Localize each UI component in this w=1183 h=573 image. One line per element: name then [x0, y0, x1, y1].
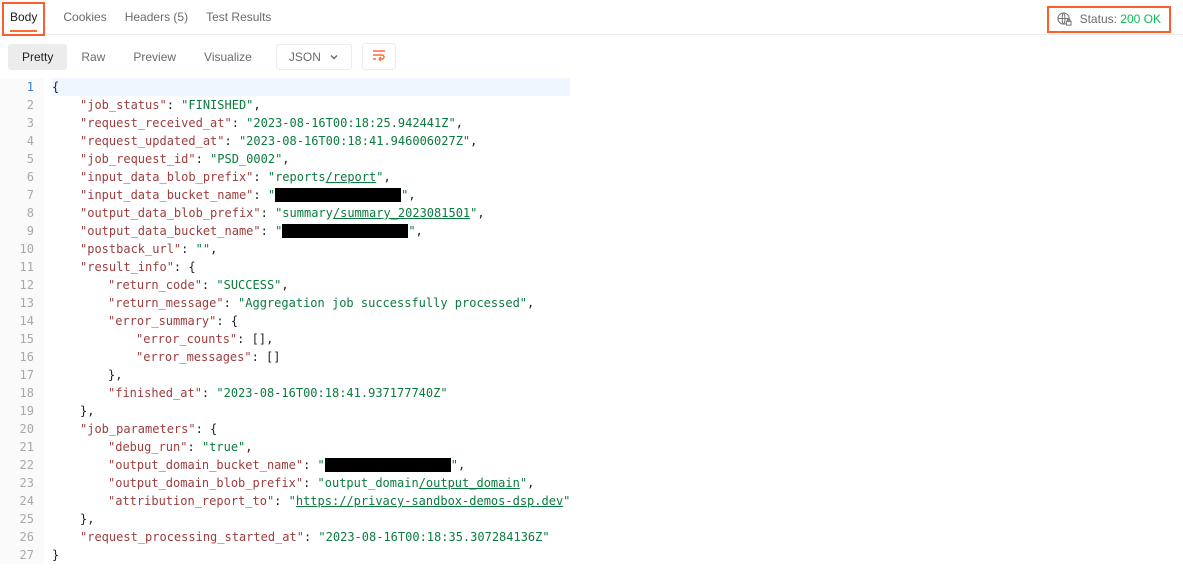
format-label: JSON — [289, 50, 321, 64]
line-number: 2 — [6, 96, 34, 114]
response-toolbar: Pretty Raw Preview Visualize JSON — [0, 35, 1183, 78]
tab-cookies[interactable]: Cookies — [63, 4, 106, 34]
line-number: 19 — [6, 402, 34, 420]
line-number: 10 — [6, 240, 34, 258]
wrap-lines-button[interactable] — [362, 43, 396, 70]
code-content: { "job_status": "FINISHED", "request_rec… — [44, 78, 570, 564]
wrap-icon — [372, 49, 386, 61]
code-area[interactable]: 1234567891011121314151617181920212223242… — [0, 78, 1183, 564]
line-number: 9 — [6, 222, 34, 240]
line-number: 11 — [6, 258, 34, 276]
status-code: 200 OK — [1120, 12, 1161, 26]
line-gutter: 1234567891011121314151617181920212223242… — [0, 78, 44, 564]
line-number: 8 — [6, 204, 34, 222]
view-pretty[interactable]: Pretty — [8, 44, 67, 70]
view-preview[interactable]: Preview — [119, 44, 190, 70]
line-number: 20 — [6, 420, 34, 438]
view-visualize[interactable]: Visualize — [190, 44, 266, 70]
redacted-value — [282, 224, 408, 238]
line-number: 16 — [6, 348, 34, 366]
line-number: 3 — [6, 114, 34, 132]
view-raw[interactable]: Raw — [67, 44, 119, 70]
globe-lock-icon — [1057, 12, 1072, 27]
tab-body[interactable]: Body — [10, 4, 37, 32]
line-number: 6 — [6, 168, 34, 186]
status-area: Status: 200 OK — [1047, 6, 1171, 33]
response-tabs: Body Cookies Headers (5) Test Results — [8, 4, 271, 34]
status-label: Status: 200 OK — [1080, 12, 1161, 26]
line-number: 23 — [6, 474, 34, 492]
line-number: 14 — [6, 312, 34, 330]
line-number: 1 — [6, 78, 34, 96]
line-number: 22 — [6, 456, 34, 474]
line-number: 13 — [6, 294, 34, 312]
highlight-body: Body — [2, 2, 45, 36]
redacted-value — [275, 188, 401, 202]
line-number: 27 — [6, 546, 34, 564]
line-number: 5 — [6, 150, 34, 168]
chevron-down-icon — [329, 52, 339, 62]
line-number: 18 — [6, 384, 34, 402]
line-number: 7 — [6, 186, 34, 204]
tab-test-results[interactable]: Test Results — [206, 4, 271, 34]
redacted-value — [325, 458, 451, 472]
line-number: 15 — [6, 330, 34, 348]
line-number: 17 — [6, 366, 34, 384]
response-header: Body Cookies Headers (5) Test Results St… — [0, 0, 1183, 35]
line-number: 12 — [6, 276, 34, 294]
tab-headers[interactable]: Headers (5) — [125, 4, 188, 34]
line-number: 21 — [6, 438, 34, 456]
format-select[interactable]: JSON — [276, 44, 352, 70]
line-number: 24 — [6, 492, 34, 510]
line-number: 25 — [6, 510, 34, 528]
line-number: 4 — [6, 132, 34, 150]
line-number: 26 — [6, 528, 34, 546]
